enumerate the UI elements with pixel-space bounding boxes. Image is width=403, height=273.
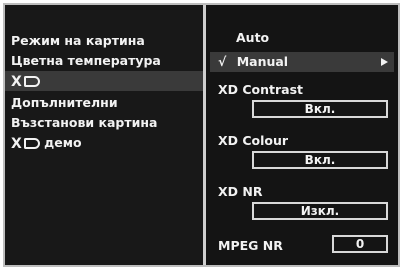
xd-nr-value[interactable]: Изкл. [252, 202, 388, 220]
osd-picture-menu: Режим на картина Цветна температура X До… [3, 3, 400, 267]
xd-colour-value[interactable]: Вкл. [252, 151, 388, 169]
xd-colour-label: XD Colour [218, 133, 289, 148]
xd-logo-icon: X [11, 72, 40, 92]
mpeg-nr-value[interactable]: 0 [332, 235, 388, 253]
xd-contrast-value[interactable]: Вкл. [252, 100, 388, 118]
xd-contrast-label: XD Contrast [218, 82, 304, 97]
menu-item-label: Цветна температура [11, 53, 161, 68]
menu-item-label: Възстанови картина [11, 115, 158, 130]
option-manual-label: √ Manual [218, 52, 288, 72]
option-manual[interactable]: √ Manual [210, 52, 394, 72]
menu-item-picture-reset[interactable]: Възстанови картина [11, 113, 157, 133]
checkmark-icon: √ [218, 54, 227, 69]
menu-item-color-temperature[interactable]: Цветна температура [11, 51, 161, 71]
xd-submenu: Auto √ Manual XD Contrast Вкл. XD Colour… [206, 5, 398, 265]
arrow-right-icon [381, 58, 388, 66]
menu-item-xd-demo[interactable]: X демо [11, 133, 82, 153]
menu-item-label: Допълнителни [11, 95, 118, 110]
mpeg-nr-label: MPEG NR [218, 238, 283, 253]
menu-item-xd[interactable]: X [5, 71, 203, 91]
menu-item-advanced[interactable]: Допълнителни [11, 93, 118, 113]
menu-item-label: демо [44, 135, 82, 150]
menu-item-label: Режим на картина [11, 33, 145, 48]
xd-nr-label: XD NR [218, 184, 263, 199]
manual-text: Manual [236, 54, 289, 69]
xd-logo-icon: X [11, 134, 40, 154]
left-menu: Режим на картина Цветна температура X До… [5, 5, 203, 265]
option-auto[interactable]: Auto [236, 30, 269, 45]
menu-item-picture-mode[interactable]: Режим на картина [11, 31, 145, 51]
